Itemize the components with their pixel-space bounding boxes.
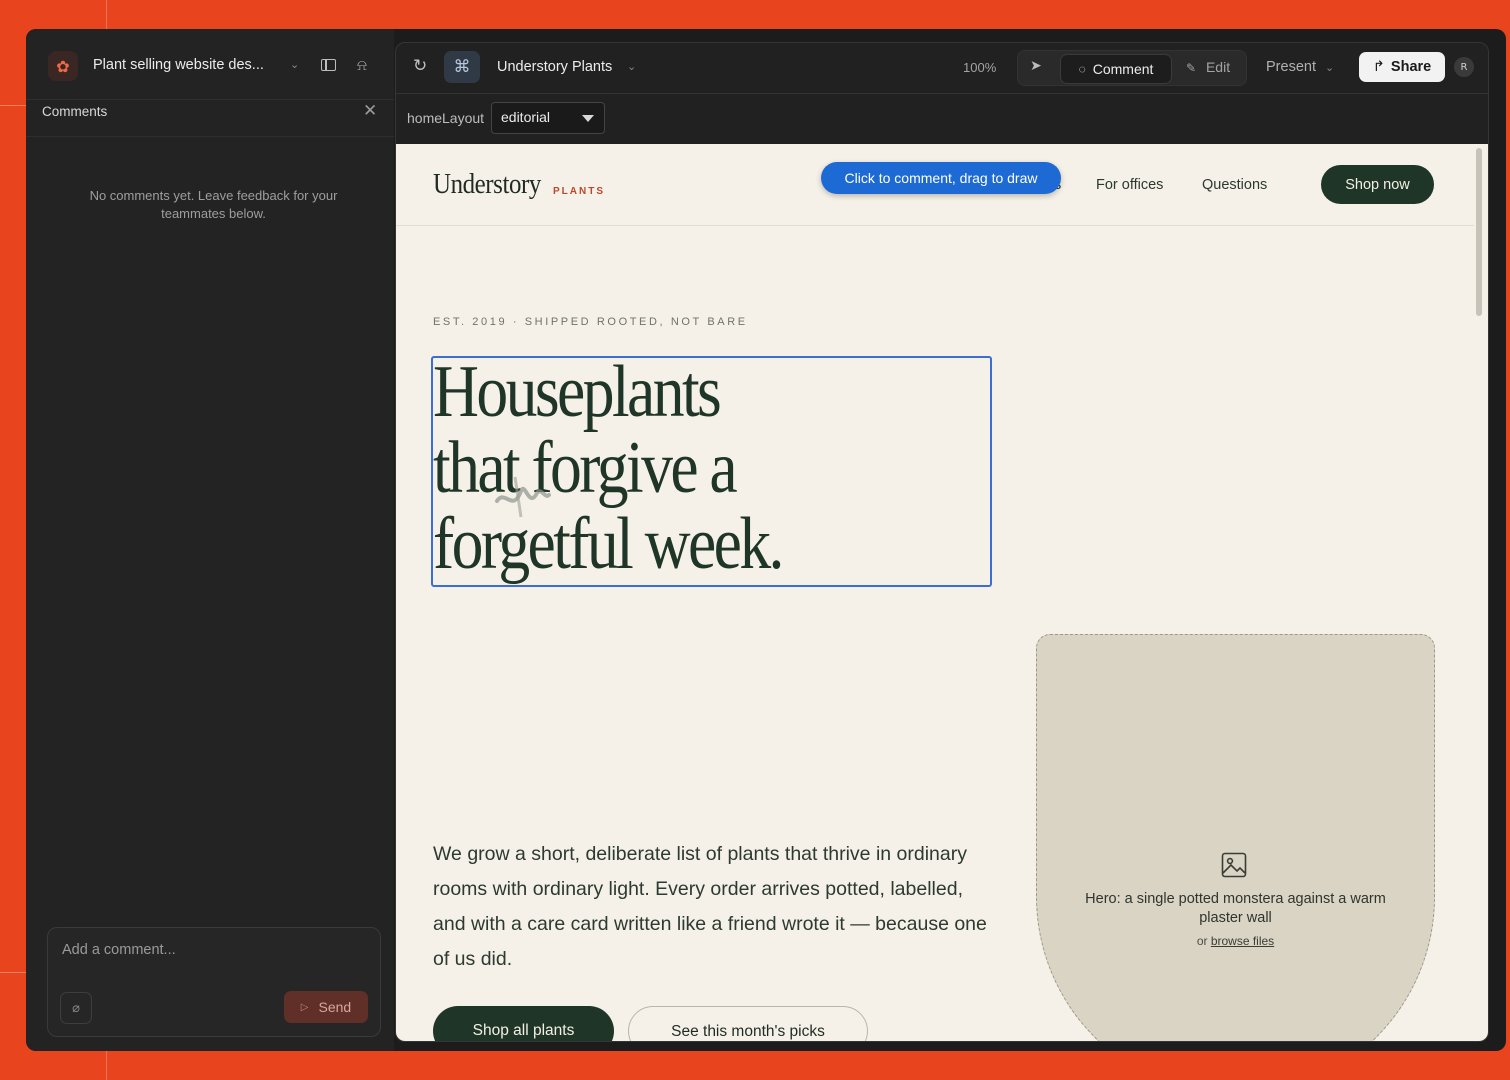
mode-switcher: ➤ ◌ Comment ✎ Edit (1017, 50, 1247, 86)
scrollbar[interactable] (1476, 148, 1482, 316)
edit-mode-label: Edit (1205, 59, 1231, 75)
upload-hint-or: or (1196, 934, 1208, 948)
comment-icon: ◌ (1078, 62, 1086, 76)
hero-headline[interactable]: Houseplants that forgive a forgetful wee… (433, 354, 915, 582)
hero-caption: Hero: a single potted monstera against a… (1085, 891, 1386, 926)
app-window: ✿ Plant selling website des... ⌄ ⍾ Comme… (26, 29, 1506, 1051)
share-icon: ↱ (1372, 59, 1385, 75)
refresh-icon[interactable]: ↻ (413, 56, 427, 76)
shop-all-button[interactable]: Shop all plants (433, 1006, 614, 1041)
project-title[interactable]: Plant selling website des... (93, 57, 264, 73)
eyebrow-text: EST. 2019 · SHIPPED ROOTED, NOT BARE (433, 316, 748, 328)
site-logo[interactable]: Understory (433, 168, 541, 201)
share-button[interactable]: ↱ Share (1359, 52, 1445, 82)
layout-select[interactable]: editorial (491, 102, 605, 134)
close-icon[interactable]: ✕ (363, 101, 377, 121)
layout-select-value: editorial (501, 109, 551, 125)
palette-icon[interactable]: ✿ (48, 51, 78, 81)
comment-tooltip: Click to comment, drag to draw (821, 162, 1061, 194)
paperclip-icon[interactable]: ⌀ (60, 992, 92, 1024)
comments-sidebar: ✿ Plant selling website des... ⌄ ⍾ Comme… (26, 29, 394, 1051)
panel-toggle-icon[interactable] (321, 59, 336, 71)
empty-state-message: No comments yet. Leave feedback for your… (89, 188, 338, 221)
send-label: Send (318, 999, 352, 1015)
avatar[interactable]: R (1454, 57, 1474, 77)
send-button[interactable]: ▷ Send (284, 991, 368, 1023)
chevron-down-icon[interactable]: ⌄ (627, 60, 636, 73)
chevron-down-icon[interactable]: ⌄ (290, 58, 299, 71)
prop-label: homeLayout (407, 110, 485, 126)
guide-line (0, 972, 26, 973)
comment-mode-button[interactable]: ◌ Comment (1060, 54, 1172, 84)
chevron-down-icon: ⌄ (1325, 62, 1335, 74)
bell-icon[interactable]: ⍾ (357, 56, 367, 74)
zoom-level[interactable]: 100% (963, 60, 996, 75)
preview-frame: ↻ ⌘ Understory Plants ⌄ 100% ➤ ◌ Comment… (395, 42, 1489, 1042)
present-button[interactable]: Present ⌄ (1266, 59, 1334, 75)
preview-toolbar: ↻ ⌘ Understory Plants ⌄ 100% ➤ ◌ Comment… (396, 43, 1488, 94)
site-nav: Understory PLANTS s For offices Question… (396, 144, 1474, 226)
shop-now-button[interactable]: Shop now (1321, 165, 1434, 204)
comment-composer: Add a comment... ⌀ ▷ Send (47, 927, 381, 1037)
pencil-icon: ✎ (1186, 61, 1197, 75)
upload-hint: or browse files (1037, 934, 1434, 948)
comment-input[interactable]: Add a comment... (62, 942, 176, 958)
site-canvas[interactable]: Understory PLANTS s For offices Question… (396, 144, 1488, 1041)
page-name[interactable]: Understory Plants (497, 59, 612, 75)
nav-link-offices[interactable]: For offices (1096, 177, 1163, 193)
share-label: Share (1390, 59, 1432, 75)
present-label: Present (1266, 59, 1316, 75)
comment-mode-label: Comment (1092, 61, 1154, 77)
hero-image-placeholder[interactable]: Hero: a single potted monstera against a… (1036, 634, 1435, 1041)
nav-link-questions[interactable]: Questions (1202, 177, 1267, 193)
comments-title: Comments (42, 104, 108, 119)
drawing-stroke (495, 476, 551, 518)
monthly-picks-button[interactable]: See this month's picks (628, 1006, 868, 1041)
send-icon: ▷ (300, 1001, 309, 1013)
image-icon (1221, 852, 1247, 878)
sidebar-header: ✿ Plant selling website des... ⌄ ⍾ (26, 29, 394, 99)
pointer-icon[interactable]: ➤ (1030, 58, 1042, 74)
props-bar: homeLayout editorial (396, 94, 1488, 144)
command-icon[interactable]: ⌘ (444, 51, 480, 83)
hero-body: We grow a short, deliberate list of plan… (433, 843, 987, 970)
site-logo-sub: PLANTS (553, 186, 605, 197)
browse-files-link[interactable]: browse files (1211, 934, 1274, 948)
guide-line (0, 105, 26, 106)
edit-mode-button[interactable]: ✎ Edit (1186, 59, 1230, 75)
caret-down-icon (582, 115, 594, 122)
